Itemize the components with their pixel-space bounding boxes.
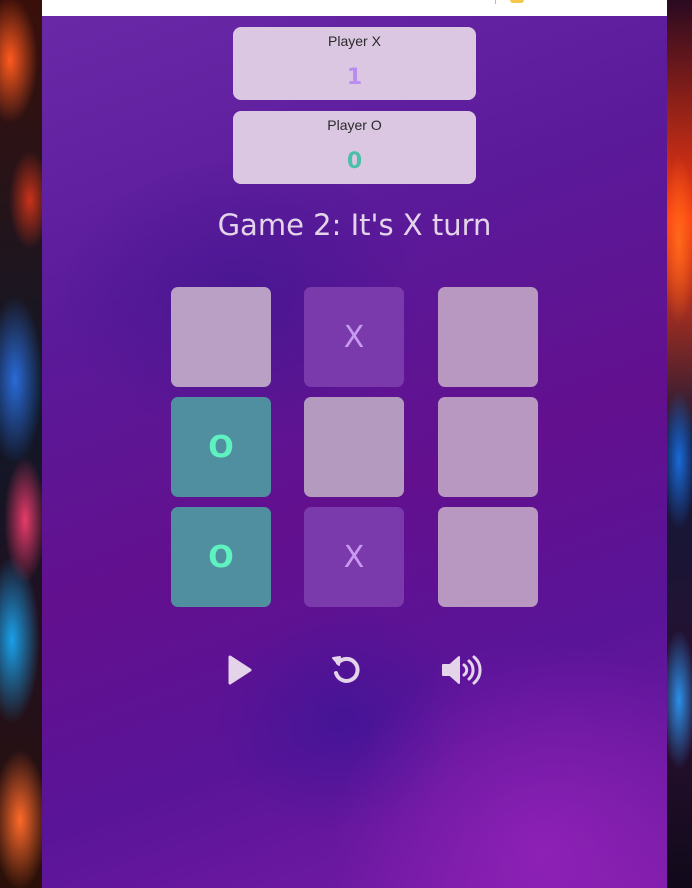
player-o-score: 0 (346, 149, 363, 174)
sound-button[interactable] (440, 650, 484, 690)
board-cell-2-2[interactable] (438, 507, 538, 607)
board-cell-0-1[interactable]: X (304, 287, 404, 387)
top-bar (42, 0, 667, 16)
player-o-label: Player O (327, 117, 382, 133)
player-o-scorecard: Player O 0 (233, 111, 476, 184)
player-x-score: 1 (346, 65, 363, 90)
board-cell-1-1[interactable] (304, 397, 404, 497)
play-icon (224, 653, 254, 687)
board-cell-1-0[interactable]: O (171, 397, 271, 497)
player-x-scorecard: Player X 1 (233, 27, 476, 100)
top-bar-badge (510, 0, 524, 3)
game-panel: Player X 1 Player O 0 Game 2: It's X tur… (42, 0, 667, 888)
game-controls (42, 650, 667, 690)
wallpaper-left (0, 0, 42, 888)
restart-icon (329, 653, 363, 687)
board-cell-0-0[interactable] (171, 287, 271, 387)
game-status: Game 2: It's X turn (217, 208, 492, 242)
player-x-label: Player X (328, 33, 381, 49)
game-board: X O O X (171, 287, 538, 607)
board-cell-0-2[interactable] (438, 287, 538, 387)
restart-button[interactable] (324, 650, 368, 690)
board-cell-1-2[interactable] (438, 397, 538, 497)
top-bar-divider (495, 0, 496, 4)
board-cell-2-0[interactable]: O (171, 507, 271, 607)
volume-icon (440, 653, 484, 687)
wallpaper-right (667, 0, 692, 888)
board-cell-2-1[interactable]: X (304, 507, 404, 607)
play-button[interactable] (217, 650, 261, 690)
